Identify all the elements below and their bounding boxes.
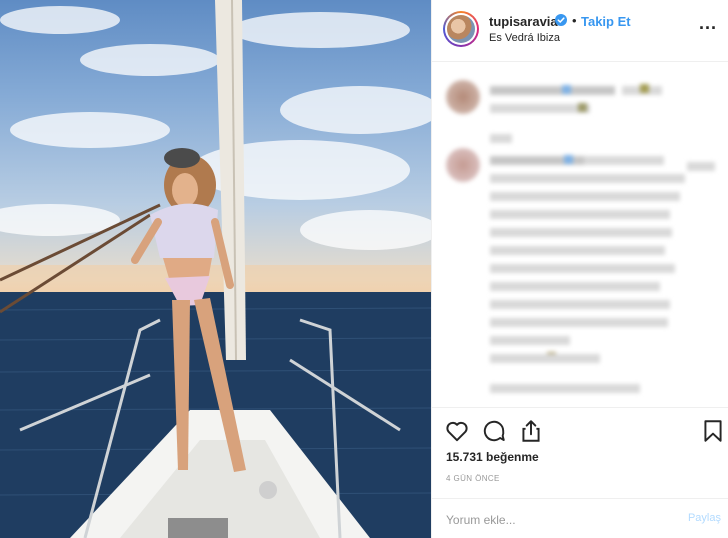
post-header: tupisaravia • Takip Et Es Vedrá Ibiza ..… [432,0,728,62]
post-panel: tupisaravia • Takip Et Es Vedrá Ibiza ..… [431,0,728,538]
post-comment-button[interactable]: Paylaş [688,512,721,524]
comment-input[interactable] [446,510,666,530]
comment-form: Paylaş [432,498,728,538]
comment-icon[interactable] [481,418,507,444]
more-options-icon[interactable]: ... [697,14,719,38]
likes-count[interactable]: 15.731 beğenme [446,450,539,464]
post-timestamp: 4 GÜN ÖNCE [446,474,500,483]
heart-icon[interactable] [444,418,470,444]
location-link[interactable]: Es Vedrá Ibiza [489,32,560,44]
verified-badge-icon [555,14,567,26]
bookmark-icon[interactable] [700,418,726,444]
follow-button[interactable]: Takip Et [581,14,631,29]
photo-scene [0,0,431,538]
post-actions: 15.731 beğenme 4 GÜN ÖNCE Paylaş [432,407,728,538]
share-icon[interactable] [518,418,544,444]
avatar[interactable] [443,11,479,47]
post-photo[interactable] [0,0,431,538]
separator-dot: • [572,13,577,28]
username-link[interactable]: tupisaravia [489,14,558,29]
avatar-image [447,15,475,43]
comments-section[interactable] [432,62,728,407]
